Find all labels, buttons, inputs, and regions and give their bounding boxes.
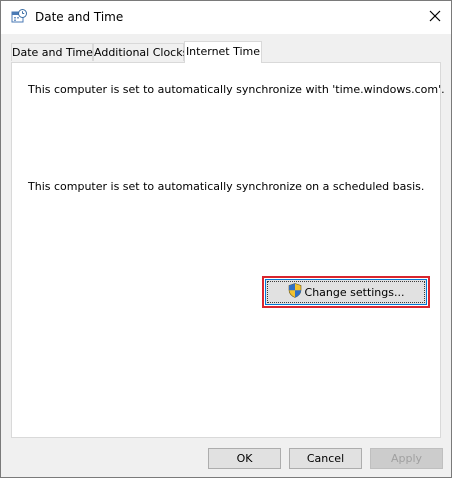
- change-settings-label: Change settings...: [304, 285, 405, 299]
- sync-schedule-text: This computer is set to automatically sy…: [28, 180, 425, 193]
- internet-time-panel: This computer is set to automatically sy…: [11, 62, 445, 438]
- tab-additional-clocks[interactable]: Additional Clocks: [93, 43, 188, 61]
- close-icon: [429, 10, 441, 25]
- window-title: Date and Time: [35, 10, 124, 24]
- title-bar: Date and Time: [1, 1, 451, 34]
- close-button[interactable]: [419, 1, 451, 33]
- uac-shield-icon: [288, 283, 305, 301]
- sync-server-text: This computer is set to automatically sy…: [28, 83, 445, 96]
- tab-date-and-time[interactable]: Date and Time: [11, 43, 93, 61]
- date-and-time-dialog: Date and Time Date and Time Additional C…: [0, 0, 452, 478]
- clock-calendar-icon: [11, 9, 27, 25]
- cancel-button[interactable]: Cancel: [289, 448, 362, 469]
- apply-button[interactable]: Apply: [370, 448, 443, 469]
- ok-button[interactable]: OK: [208, 448, 281, 469]
- change-settings-button[interactable]: Change settings...: [265, 279, 427, 305]
- tab-internet-time[interactable]: Internet Time: [184, 41, 262, 63]
